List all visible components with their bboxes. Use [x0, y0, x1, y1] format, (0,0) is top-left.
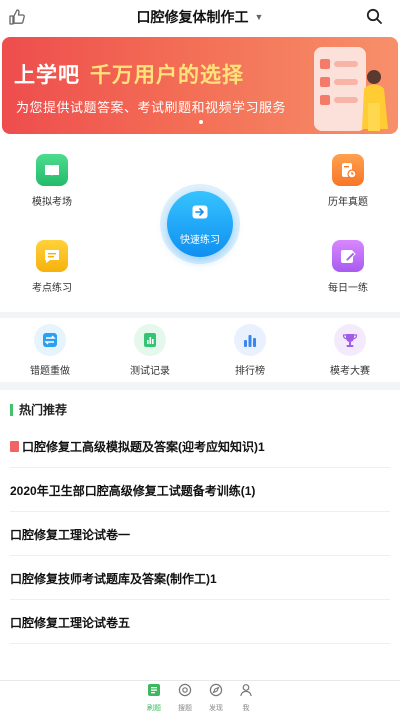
promo-banner[interactable]: 上学吧 千万用户的选择 为您提供试题答案、考试刷题和视频学习服务 — [2, 37, 398, 134]
bar-chart-icon — [234, 324, 266, 356]
mock-exam-label: 模拟考场 — [32, 197, 72, 208]
past-papers-label: 历年真题 — [328, 197, 368, 208]
list-item-title: 口腔修复工高级模拟题及答案(迎考应知知识)1 — [22, 440, 265, 454]
document-clock-icon — [332, 154, 364, 186]
list-item-text: 口腔修复工高级模拟题及答案(迎考应知知识)1 — [10, 438, 265, 455]
key-points-label: 考点练习 — [32, 283, 72, 294]
trophy-icon — [334, 324, 366, 356]
daily-practice-label: 每日一练 — [328, 283, 368, 294]
bottom-tab-bar: 刷题 搜题 发现 我 — [0, 680, 400, 711]
tab-me[interactable]: 我 — [226, 681, 266, 711]
list-item-title: 口腔修复技师考试题库及答案(制作工)1 — [10, 572, 217, 586]
user-icon — [240, 684, 252, 697]
daily-practice-button[interactable]: 每日一练 — [308, 240, 388, 294]
test-records-label: 测试记录 — [130, 366, 170, 377]
list-item-title: 口腔修复工理论试卷五 — [10, 616, 131, 630]
mock-exam-button[interactable]: 模拟考场 — [12, 154, 92, 208]
banner-brand: 上学吧 — [14, 64, 80, 87]
compass-icon — [209, 683, 223, 697]
practice-modes: 模拟考场 历年真题 考点练习 每日一练 快速练习 — [0, 144, 400, 312]
leaderboard-label: 排行榜 — [235, 366, 265, 377]
list-icon — [148, 684, 160, 696]
hot-tag-icon — [10, 441, 19, 452]
banner-title: 上学吧 千万用户的选择 — [14, 59, 244, 89]
hot-recommendations: 热门推荐 口腔修复工高级模拟题及答案(迎考应知知识)1 2020年卫生部口腔高级… — [0, 390, 400, 680]
swap-icon — [34, 324, 66, 356]
page-title: 口腔修复体制作工 — [136, 9, 249, 25]
tab-label: 我 — [242, 705, 250, 711]
record-chart-icon — [134, 324, 166, 356]
pencil-note-icon — [332, 240, 364, 272]
past-papers-button[interactable]: 历年真题 — [308, 154, 388, 208]
banner-illustration — [314, 47, 388, 131]
fast-practice-button[interactable]: 快速练习 — [160, 184, 240, 264]
test-records-button[interactable]: 测试记录 — [110, 324, 190, 377]
chat-icon — [36, 240, 68, 272]
exam-selector[interactable]: 口腔修复体制作工 ▼ — [0, 7, 400, 27]
fast-practice-circle: 快速练习 — [167, 191, 233, 257]
search-icon[interactable] — [366, 8, 382, 24]
list-item[interactable]: 口腔修复工理论试卷五 — [10, 600, 390, 644]
fast-practice-label: 快速练习 — [180, 235, 220, 246]
list-item[interactable]: 口腔修复工高级模拟题及答案(迎考应知知识)1 — [10, 424, 390, 468]
mock-contest-button[interactable]: 模考大赛 — [310, 324, 390, 377]
list-item[interactable]: 口腔修复技师考试题库及答案(制作工)1 — [10, 556, 390, 600]
carousel-indicator — [199, 120, 203, 124]
top-bar: 口腔修复体制作工 ▼ — [0, 0, 400, 34]
wrong-redo-label: 错题重做 — [30, 366, 70, 377]
wrong-redo-button[interactable]: 错题重做 — [10, 324, 90, 377]
leaderboard-button[interactable]: 排行榜 — [210, 324, 290, 377]
section-title: 热门推荐 — [10, 404, 67, 416]
at-search-icon — [178, 683, 192, 697]
banner-subtitle: 为您提供试题答案、考试刷题和视频学习服务 — [16, 100, 287, 115]
list-item-title: 口腔修复工理论试卷一 — [10, 528, 131, 542]
list-item-title: 2020年卫生部口腔高级修复工试题备考训练(1) — [10, 484, 256, 498]
arrow-right-icon — [192, 205, 208, 219]
banner-section: 上学吧 千万用户的选择 为您提供试题答案、考试刷题和视频学习服务 — [0, 34, 400, 144]
tools-row: 错题重做 测试记录 排行榜 模考大赛 — [0, 318, 400, 382]
key-points-button[interactable]: 考点练习 — [12, 240, 92, 294]
list-item[interactable]: 2020年卫生部口腔高级修复工试题备考训练(1) — [10, 468, 390, 512]
chevron-down-icon: ▼ — [254, 12, 264, 22]
banner-slogan: 千万用户的选择 — [90, 64, 244, 87]
list-item[interactable]: 口腔修复工理论试卷一 — [10, 512, 390, 556]
hot-list: 口腔修复工高级模拟题及答案(迎考应知知识)1 2020年卫生部口腔高级修复工试题… — [0, 424, 400, 644]
book-icon — [36, 154, 68, 186]
mock-contest-label: 模考大赛 — [330, 366, 370, 377]
